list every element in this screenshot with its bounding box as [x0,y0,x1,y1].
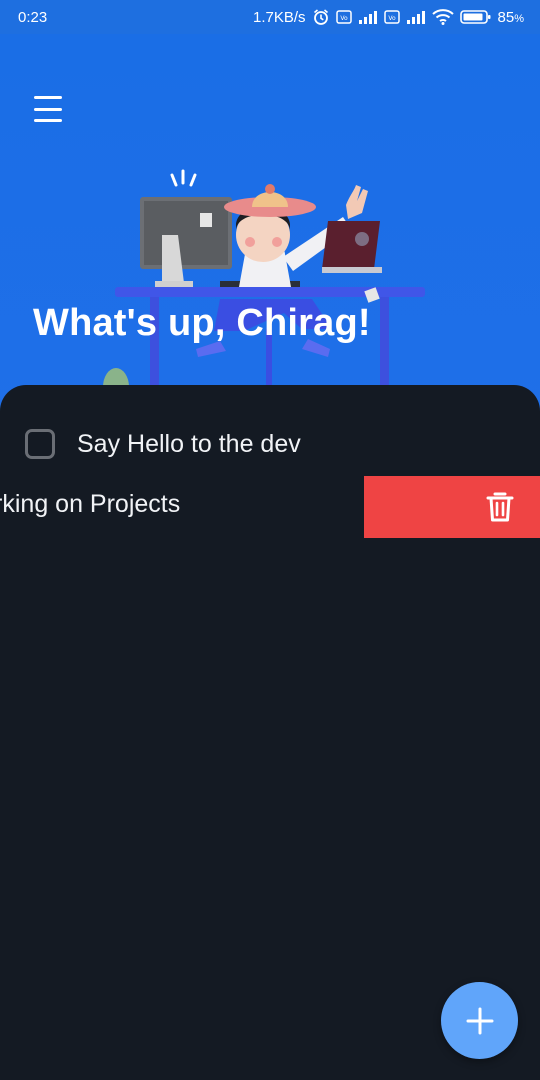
alarm-icon [313,9,328,25]
task-label: Working on Projects [0,490,181,518]
workspace-illustration [103,169,425,404]
plus-icon [466,1007,493,1034]
svg-text:Vo: Vo [388,15,396,22]
hamburger-menu-icon[interactable] [34,96,64,122]
volte-icon: Vo [335,10,352,24]
delete-swipe-action[interactable] [364,476,540,538]
battery-percent: 85% [497,8,524,26]
svg-text:Vo: Vo [340,15,348,22]
battery-icon [459,10,491,24]
tasks-sheet: Say Hello to the dev Working on Projects [0,385,540,1080]
header-hero: What's up, Chirag! [0,34,540,414]
wifi-icon [431,9,454,25]
task-item-swiped[interactable]: Working on Projects [0,476,540,538]
signal-icon [406,11,425,24]
status-icons: 1.7KB/s Vo Vo 85% [253,8,524,26]
network-speed: 1.7KB/s [253,8,306,26]
task-checkbox[interactable] [25,429,55,459]
volte-icon: Vo [383,10,400,24]
add-task-button[interactable] [441,982,518,1059]
task-label: Say Hello to the dev [77,429,301,458]
trash-icon [486,492,514,522]
task-item[interactable]: Say Hello to the dev [0,413,540,475]
status-bar: 0:23 1.7KB/s Vo Vo 85% [0,0,540,34]
signal-icon [358,11,377,24]
greeting-title: What's up, Chirag! [33,302,371,344]
status-time: 0:23 [18,8,48,26]
